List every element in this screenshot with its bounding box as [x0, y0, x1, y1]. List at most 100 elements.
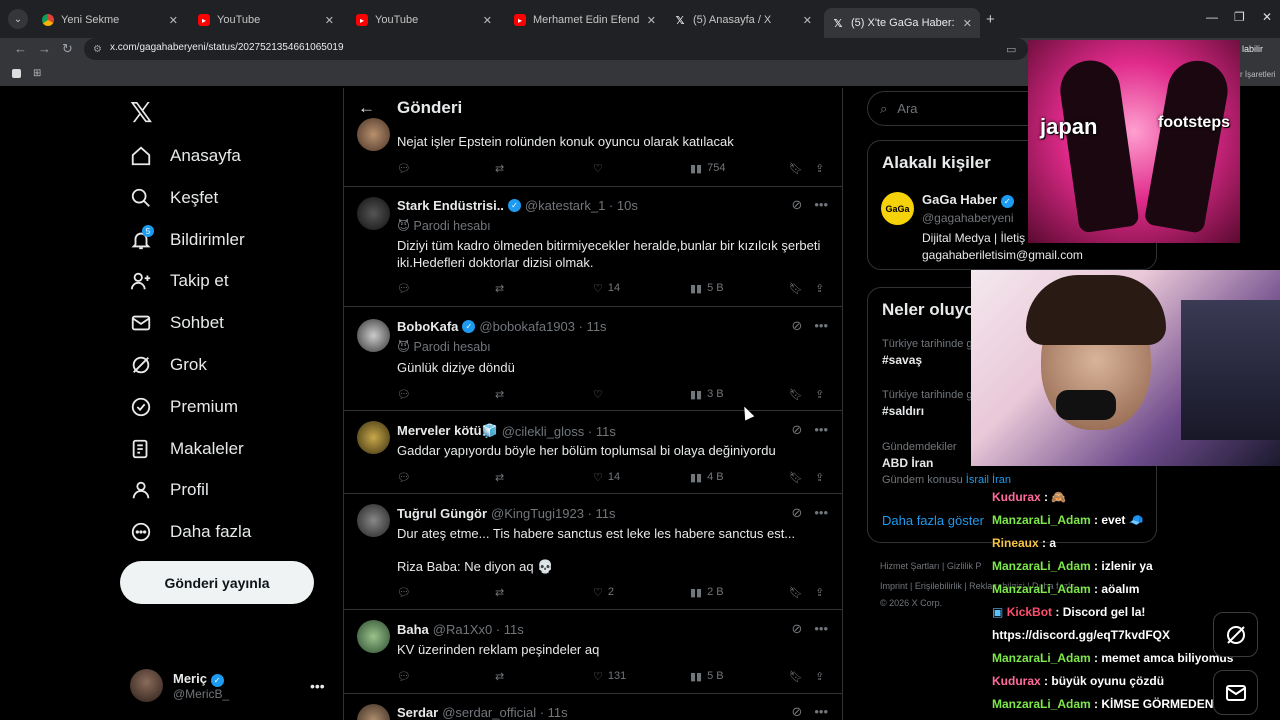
avatar[interactable] — [357, 421, 390, 454]
tweet[interactable]: Serdar @serdar_official · 11s ⊘ ••• — [344, 693, 842, 720]
avatar[interactable] — [357, 319, 390, 352]
sidebar-item-premium[interactable]: Premium — [130, 392, 238, 422]
sidebar-item-profile[interactable]: Profil — [130, 475, 209, 505]
related-name[interactable]: GaGa Haber ✓ — [922, 192, 1014, 208]
close-icon[interactable]: ✕ — [169, 14, 178, 27]
views-icon[interactable]: ▮▮ 5 B — [690, 282, 724, 295]
close-icon[interactable]: ✕ — [963, 17, 972, 30]
more-icon[interactable]: ••• — [814, 422, 828, 438]
tweet[interactable]: Nejat işler Epstein rolünden konuk oyunc… — [344, 108, 842, 186]
close-icon[interactable]: ✕ — [483, 14, 492, 27]
tab-youtube-1[interactable]: ▸ YouTube ✕ — [190, 8, 342, 32]
grok-icon[interactable]: ⊘ — [791, 318, 802, 334]
views-icon[interactable]: ▮▮ 2 B — [690, 586, 724, 599]
tweet[interactable]: Stark Endüstrisi.. ✓ @katestark_1 · 10s … — [344, 186, 842, 306]
trend-item[interactable]: Türkiye tarihinde g #saldırı — [882, 389, 973, 418]
related-handle[interactable]: @gagahaberyeni — [922, 211, 1014, 225]
trend-item[interactable]: Türkiye tarihinde g #savaş — [882, 338, 973, 367]
sidebar-item-more[interactable]: Daha fazla — [130, 517, 251, 547]
footer-links[interactable]: Hizmet Şartları | Gizlilik P — [880, 561, 981, 571]
show-more-link[interactable]: Daha fazla göster — [882, 513, 984, 528]
bookmark-icon[interactable]: 🔖︎ — [789, 670, 803, 683]
like-icon[interactable]: ♡ — [593, 162, 603, 175]
tab-x-home[interactable]: 𝕏 (5) Anasayfa / X ✕ — [666, 8, 820, 32]
bookmark-icon[interactable]: 🔖︎ — [789, 471, 803, 484]
share-icon[interactable]: ⇪ — [815, 471, 824, 484]
x-logo-icon[interactable]: 𝕏 — [130, 96, 153, 129]
avatar[interactable] — [357, 504, 390, 537]
tab-youtube-3[interactable]: ▸ Merhamet Edin Efendim | Kurtl ✕ — [506, 8, 664, 32]
grok-float-button[interactable] — [1213, 612, 1258, 657]
avatar[interactable] — [357, 704, 390, 720]
more-icon[interactable]: ••• — [814, 318, 828, 334]
bookmark-icon[interactable] — [12, 69, 21, 78]
restore-button[interactable]: ❐ — [1234, 10, 1245, 24]
reload-icon[interactable]: ↻ — [62, 41, 73, 57]
avatar[interactable] — [357, 620, 390, 653]
retweet-icon[interactable]: ⇄ — [495, 282, 504, 295]
gaga-avatar[interactable]: GaGa — [881, 192, 914, 225]
cast-icon[interactable]: ▭ — [1006, 43, 1016, 56]
share-icon[interactable]: ⇪ — [815, 586, 824, 599]
sidebar-item-home[interactable]: Anasayfa — [130, 141, 241, 171]
back-arrow-icon[interactable]: ← — [14, 41, 27, 56]
views-icon[interactable]: ▮▮ 3 B — [690, 388, 724, 401]
like-icon[interactable]: ♡ 14 — [593, 471, 620, 484]
retweet-icon[interactable]: ⇄ — [495, 586, 504, 599]
messages-float-button[interactable] — [1213, 670, 1258, 715]
tab-x-post[interactable]: 𝕏 (5) X'te GaGa Haber: "Son bölü ✕ — [824, 8, 980, 38]
grok-icon[interactable]: ⊘ — [791, 704, 802, 720]
sidebar-item-grok[interactable]: Grok — [130, 350, 207, 380]
window-close-button[interactable]: ✕ — [1262, 10, 1272, 24]
profile-label[interactable]: labilir — [1242, 44, 1263, 54]
retweet-icon[interactable]: ⇄ — [495, 471, 504, 484]
grok-icon[interactable]: ⊘ — [791, 197, 802, 213]
url-text[interactable]: x.com/gagahaberyeni/status/2027521354661… — [110, 42, 344, 53]
retweet-icon[interactable]: ⇄ — [495, 670, 504, 683]
share-icon[interactable]: ⇪ — [815, 388, 824, 401]
tab-search-button[interactable]: ⌄ — [8, 9, 28, 29]
reply-icon[interactable]: 💬︎ — [397, 388, 411, 401]
share-icon[interactable]: ⇪ — [815, 162, 824, 175]
account-switcher[interactable]: Meriç ✓ @MericB_ — [130, 669, 229, 702]
sidebar-item-explore[interactable]: Keşfet — [130, 183, 218, 213]
like-icon[interactable]: ♡ 14 — [593, 282, 620, 295]
retweet-icon[interactable]: ⇄ — [495, 388, 504, 401]
bookmark-icon[interactable]: 🔖︎ — [789, 282, 803, 295]
tab-youtube-2[interactable]: ▸ YouTube ✕ — [348, 8, 500, 32]
bookmark-icon[interactable]: 🔖︎ — [789, 388, 803, 401]
site-info-icon[interactable]: ⚙ — [93, 44, 102, 55]
tab-new[interactable]: Yeni Sekme ✕ — [34, 8, 186, 32]
views-icon[interactable]: ▮▮ 754 — [690, 162, 725, 175]
grok-icon[interactable]: ⊘ — [791, 505, 802, 521]
share-icon[interactable]: ⇪ — [815, 670, 824, 683]
new-tab-button[interactable]: + — [986, 11, 995, 28]
apps-grid-icon[interactable]: ⊞ — [33, 68, 41, 79]
tweet[interactable]: BoboKafa ✓ @bobokafa1903 · 11s ⊘ ••• 😈 Pa… — [344, 306, 842, 410]
sidebar-item-articles[interactable]: Makaleler — [130, 434, 244, 464]
more-icon[interactable]: ••• — [814, 621, 828, 637]
more-icon[interactable]: ••• — [814, 704, 828, 720]
reply-icon[interactable]: 💬︎ — [397, 162, 411, 175]
more-icon[interactable]: ••• — [814, 505, 828, 521]
bookmark-icon[interactable]: 🔖︎ — [789, 586, 803, 599]
like-icon[interactable]: ♡ — [593, 388, 603, 401]
sidebar-item-chat[interactable]: Sohbet — [130, 308, 224, 338]
reply-icon[interactable]: 💬︎ — [397, 586, 411, 599]
bookmark-icon[interactable]: 🔖︎ — [789, 162, 803, 175]
like-icon[interactable]: ♡ 131 — [593, 670, 626, 683]
sidebar-item-notifications[interactable]: 5 Bildirimler — [130, 225, 245, 255]
tweet[interactable]: Tuğrul Güngör @KingTugi1923 · 11s ⊘ ••• D… — [344, 493, 842, 609]
reply-icon[interactable]: 💬︎ — [397, 282, 411, 295]
close-icon[interactable]: ✕ — [803, 14, 812, 27]
forward-arrow-icon[interactable]: → — [38, 41, 51, 56]
grok-icon[interactable]: ⊘ — [791, 621, 802, 637]
minimize-button[interactable]: — — [1206, 10, 1218, 24]
post-button[interactable]: Gönderi yayınla — [120, 561, 314, 604]
views-icon[interactable]: ▮▮ 5 B — [690, 670, 724, 683]
retweet-icon[interactable]: ⇄ — [495, 162, 504, 175]
views-icon[interactable]: ▮▮ 4 B — [690, 471, 724, 484]
share-icon[interactable]: ⇪ — [815, 282, 824, 295]
grok-icon[interactable]: ⊘ — [791, 422, 802, 438]
tweet[interactable]: Merveler kötü🧊 @cilekli_gloss · 11s ⊘ •••… — [344, 410, 842, 493]
